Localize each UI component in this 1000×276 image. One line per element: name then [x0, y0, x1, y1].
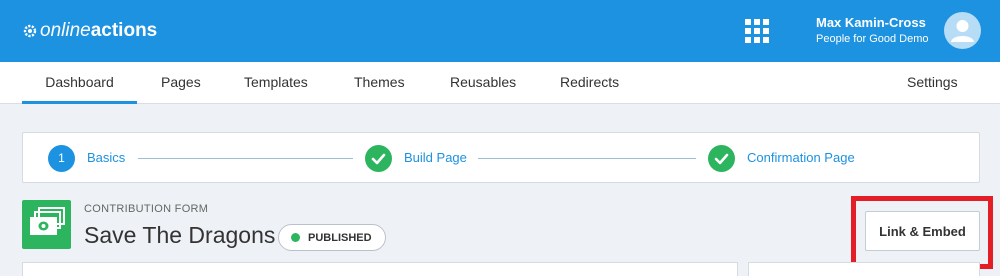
top-bar: online actions Max Kamin-Cross People for…: [0, 0, 1000, 62]
step-basics-link[interactable]: Basics: [87, 150, 125, 165]
nav-tab-dashboard[interactable]: Dashboard: [22, 62, 137, 104]
step-confirmation-page-link[interactable]: Confirmation Page: [747, 150, 855, 165]
nav-tab-redirects[interactable]: Redirects: [560, 62, 619, 104]
status-dot: [291, 233, 300, 242]
check-icon: [714, 153, 729, 165]
user-info[interactable]: Max Kamin-Cross People for Good Demo: [816, 15, 929, 45]
content-panel-side: [748, 262, 980, 276]
progress-stepper: 1 Basics Build Page Confirmation Page: [22, 132, 980, 183]
status-badge: PUBLISHED: [278, 224, 386, 251]
content-panel-main: [22, 262, 738, 276]
user-name: Max Kamin-Cross: [816, 15, 926, 30]
user-org: People for Good Demo: [816, 33, 929, 45]
step-connector: [138, 158, 353, 159]
step-connector: [478, 158, 696, 159]
check-icon: [371, 153, 386, 165]
nav-tab-reusables[interactable]: Reusables: [450, 62, 516, 104]
step-2-check: [365, 145, 392, 172]
gear-logo-icon: [23, 24, 37, 38]
apps-grid-icon[interactable]: [745, 19, 769, 43]
step-3-check: [708, 145, 735, 172]
step-1-number: 1: [48, 145, 75, 172]
avatar[interactable]: [944, 12, 981, 49]
money-stack-icon: [22, 200, 71, 249]
main-nav: Dashboard Pages Templates Themes Reusabl…: [0, 62, 1000, 104]
nav-settings[interactable]: Settings: [907, 62, 958, 104]
step-build-page-link[interactable]: Build Page: [404, 150, 467, 165]
nav-tab-pages[interactable]: Pages: [161, 62, 201, 104]
nav-tab-templates[interactable]: Templates: [244, 62, 308, 104]
link-embed-button[interactable]: Link & Embed: [865, 211, 980, 251]
logo-text-online: online: [40, 20, 91, 41]
app-logo[interactable]: online actions: [22, 20, 157, 42]
user-avatar-icon: [951, 20, 974, 42]
form-type-label: CONTRIBUTION FORM: [84, 203, 209, 215]
page-title: Save The Dragons: [84, 222, 276, 248]
status-text: PUBLISHED: [308, 232, 372, 244]
nav-tab-themes[interactable]: Themes: [354, 62, 405, 104]
logo-text-actions: actions: [90, 20, 158, 41]
